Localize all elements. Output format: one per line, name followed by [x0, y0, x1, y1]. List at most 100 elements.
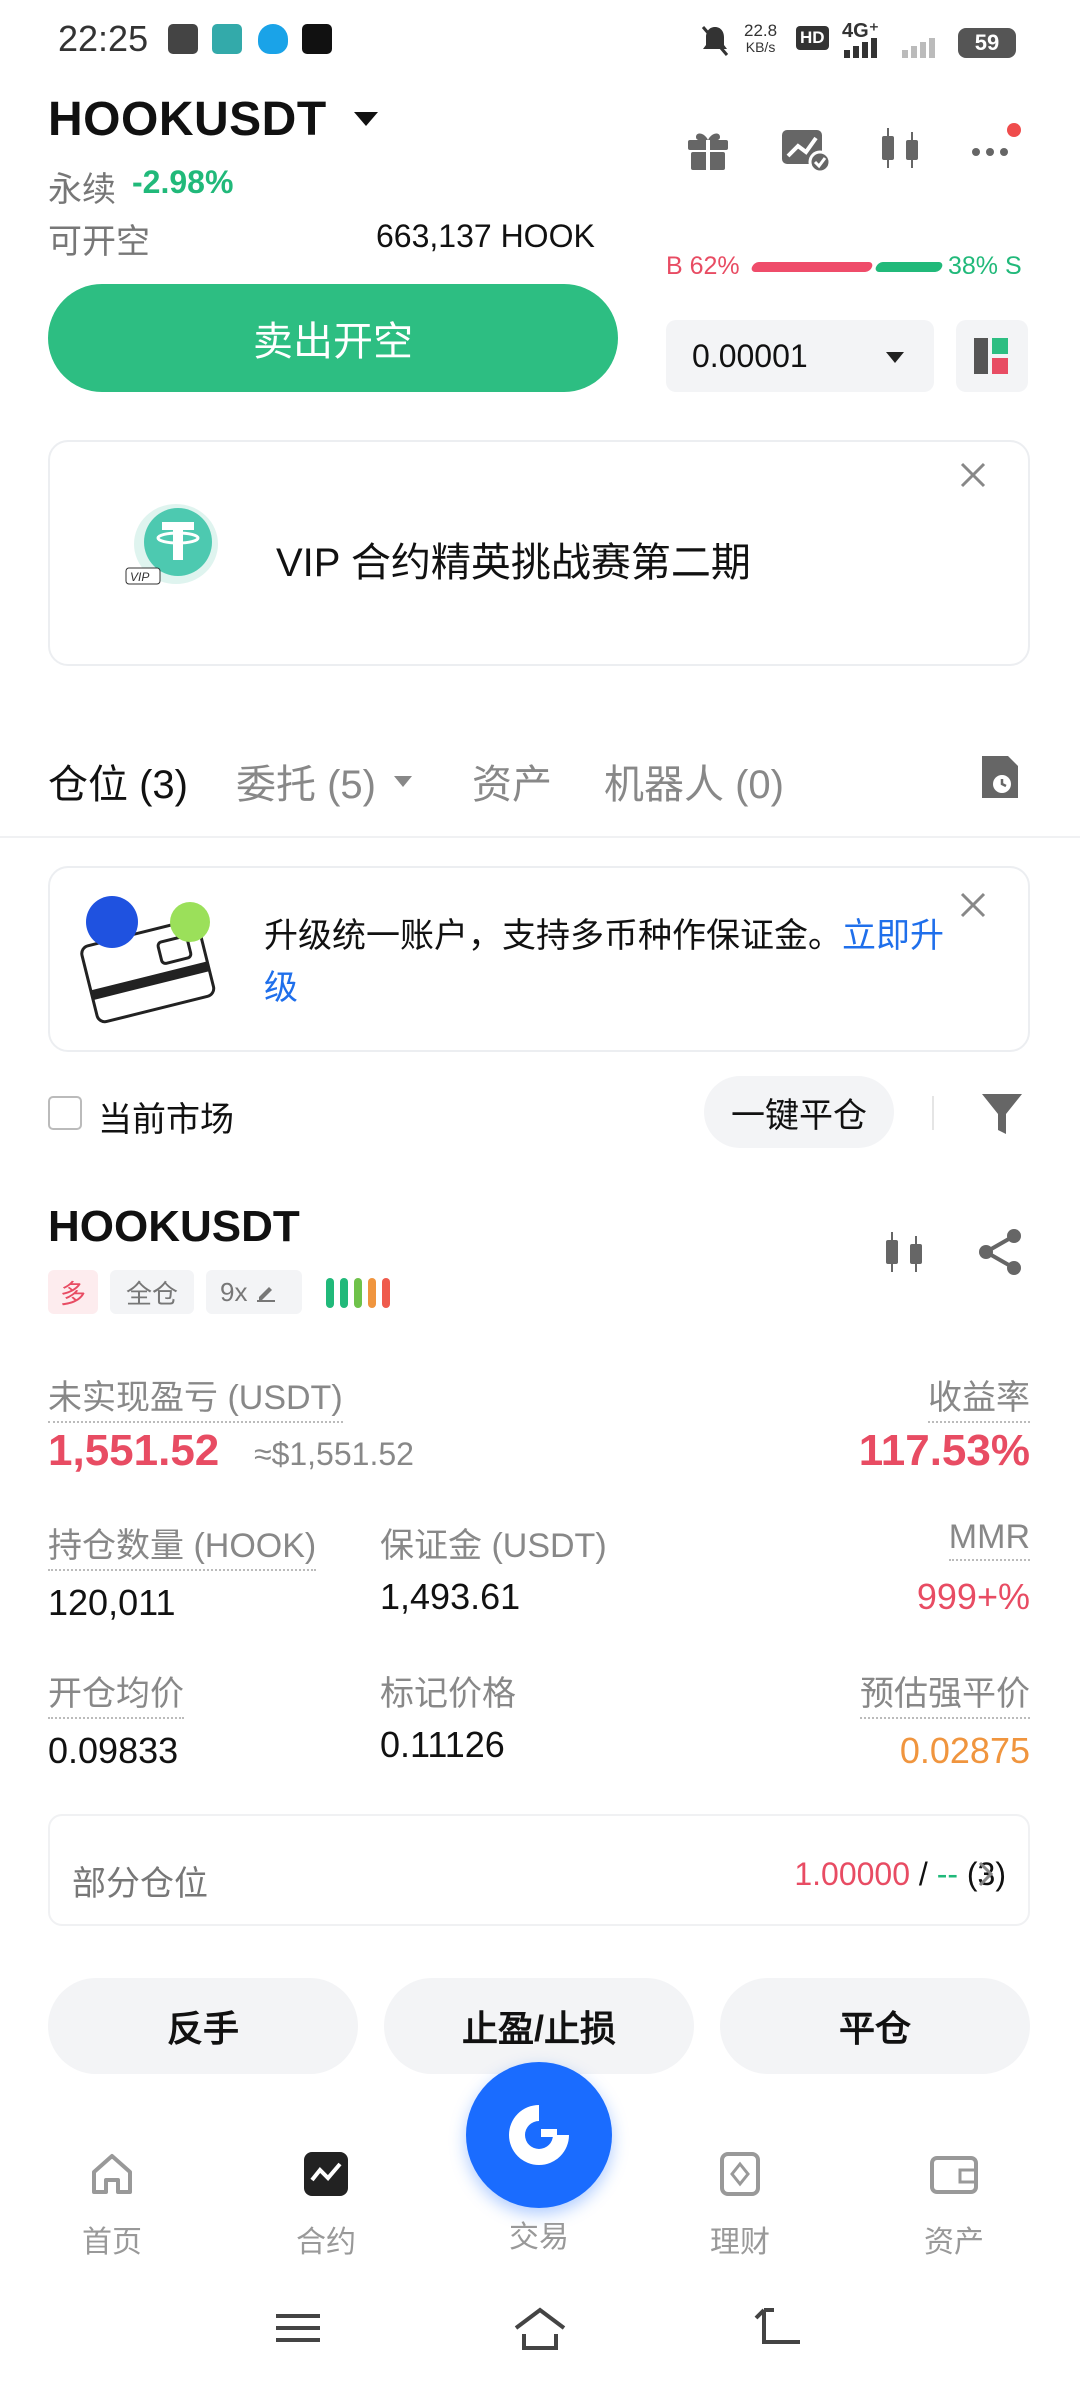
history-doc-icon[interactable]: [978, 752, 1022, 802]
status-time: 22:25: [58, 18, 149, 59]
status-bar: 22:25 22.8 KB/s HD 4G⁺ 59: [0, 0, 1080, 80]
contract-type: 永续: [48, 171, 116, 209]
precision-value: 0.00001: [692, 337, 808, 374]
battery-icon: 59: [958, 28, 1016, 58]
roe-label: 收益率: [928, 1370, 1030, 1423]
sell-ratio-bar: [874, 262, 944, 272]
chevron-down-icon[interactable]: [354, 112, 378, 126]
earn-icon: [720, 2152, 760, 2196]
tpsl-button[interactable]: 止盈/止损: [384, 1978, 694, 2074]
entry-price-label: 开仓均价: [48, 1666, 184, 1719]
svg-text:VIP: VIP: [130, 570, 149, 584]
gift-icon[interactable]: [680, 120, 736, 176]
liquidation-price-label: 预估强平价: [860, 1666, 1030, 1719]
chevron-down-icon: [886, 352, 904, 363]
close-icon[interactable]: [958, 890, 988, 920]
upgrade-banner-text: 升级统一账户，支持多币种作保证金。立即升级: [264, 910, 964, 1014]
price-change: -2.98%: [132, 164, 234, 200]
leverage-value: 9x: [220, 1276, 248, 1307]
margin-mode-badge: 全仓: [110, 1270, 194, 1314]
signal-icon: [844, 38, 877, 58]
nav-earn[interactable]: 理财: [670, 2150, 810, 2261]
pair-title[interactable]: HOOKUSDT: [48, 92, 327, 147]
wallet-upgrade-icon: [80, 896, 216, 1024]
divider: [932, 1096, 934, 1130]
home-icon: [92, 2154, 132, 2194]
vip-banner-text: VIP 合约精英挑战赛第二期: [276, 541, 751, 585]
qq-icon: [258, 24, 288, 54]
position-size-value: 120,011: [48, 1582, 176, 1623]
precision-select[interactable]: 0.00001: [666, 320, 934, 392]
chevron-right-icon[interactable]: [976, 1860, 996, 1888]
side-badge: 多: [48, 1270, 98, 1314]
sell-short-button[interactable]: 卖出开空: [48, 284, 618, 392]
nav-futures[interactable]: 合约: [256, 2150, 396, 2261]
risk-level-indicator: [326, 1278, 390, 1308]
orderbook-layout-icon[interactable]: [956, 320, 1028, 392]
mark-price-value: 0.11126: [380, 1724, 505, 1765]
map-app-icon: [212, 24, 242, 54]
current-market-label[interactable]: 当前市场: [98, 1092, 234, 1141]
upgrade-text: 升级统一账户，支持多币种作保证金。: [264, 917, 842, 955]
nav-assets[interactable]: 资产: [884, 2150, 1024, 2261]
sell-ratio: 38% S: [948, 252, 1022, 280]
margin-value: 1,493.61: [380, 1576, 521, 1617]
tab-positions[interactable]: 仓位 (3): [48, 752, 188, 810]
nav-earn-label: 理财: [710, 2226, 770, 2259]
tab-bots[interactable]: 机器人 (0): [604, 752, 784, 810]
mmr-value: 999+%: [916, 1576, 1030, 1617]
home-nav-icon[interactable]: [512, 2300, 568, 2356]
partial-position-value: 1.00000 / -- (3): [794, 1856, 1006, 1892]
candlestick-icon[interactable]: [876, 1224, 932, 1280]
unrealized-pnl-usd: ≈$1,551.52: [254, 1436, 414, 1472]
filter-icon[interactable]: [980, 1088, 1024, 1138]
wallet-icon: [930, 2156, 978, 2194]
nav-trade-label[interactable]: 交易: [466, 2212, 612, 2256]
unrealized-pnl-label: 未实现盈亏 (USDT): [48, 1370, 343, 1423]
nav-trade-button[interactable]: [466, 2062, 612, 2208]
nav-futures-label: 合约: [296, 2226, 356, 2259]
mute-icon: [701, 26, 729, 56]
tab-orders[interactable]: 委托 (5): [236, 752, 376, 810]
liquidation-price-value: 0.02875: [899, 1730, 1030, 1771]
video-app-icon: [168, 24, 198, 54]
close-all-button[interactable]: 一键平仓: [704, 1076, 894, 1148]
entry-price-value: 0.09833: [48, 1730, 179, 1771]
futures-icon: [304, 2152, 348, 2196]
chart-check-icon[interactable]: [776, 120, 832, 176]
candlestick-icon[interactable]: [872, 120, 928, 176]
edit-icon: [257, 1287, 276, 1302]
leverage-badge[interactable]: 9x: [206, 1270, 302, 1314]
position-size-label: 持仓数量 (HOOK): [48, 1518, 317, 1571]
tab-divider: [0, 836, 1080, 838]
buy-ratio: B 62%: [666, 252, 740, 280]
short-available-label: 可开空: [48, 223, 150, 261]
back-icon[interactable]: [750, 2300, 806, 2356]
chevron-down-icon[interactable]: [394, 776, 412, 787]
nav-home-label: 首页: [82, 2226, 142, 2259]
buy-ratio-bar: [750, 262, 874, 272]
close-icon[interactable]: [958, 460, 988, 490]
more-icon[interactable]: [966, 120, 1022, 176]
share-icon[interactable]: [972, 1224, 1028, 1280]
tiktok-icon: [302, 24, 332, 54]
mmr-label: MMR: [948, 1518, 1030, 1561]
mark-price-label: 标记价格: [380, 1675, 516, 1713]
hd-badge: HD: [796, 26, 829, 50]
vip-tether-icon: VIP: [125, 504, 218, 585]
nav-assets-label: 资产: [924, 2226, 984, 2259]
menu-icon[interactable]: [270, 2300, 326, 2356]
trade-icon: [509, 2105, 569, 2165]
net-speed: 22.8 KB/s: [744, 21, 778, 55]
margin-label: 保证金 (USDT): [380, 1527, 607, 1565]
tab-assets[interactable]: 资产: [472, 752, 552, 810]
position-symbol[interactable]: HOOKUSDT: [48, 1202, 300, 1252]
current-market-checkbox[interactable]: [48, 1096, 82, 1130]
nav-home[interactable]: 首页: [42, 2150, 182, 2261]
reverse-button[interactable]: 反手: [48, 1978, 358, 2074]
short-available-amount: 663,137 HOOK: [376, 218, 595, 254]
partial-position-label: 部分仓位: [72, 1865, 208, 1903]
unrealized-pnl-value: 1,551.52: [48, 1426, 220, 1475]
roe-value: 117.53%: [858, 1426, 1030, 1475]
close-position-button[interactable]: 平仓: [720, 1978, 1030, 2074]
